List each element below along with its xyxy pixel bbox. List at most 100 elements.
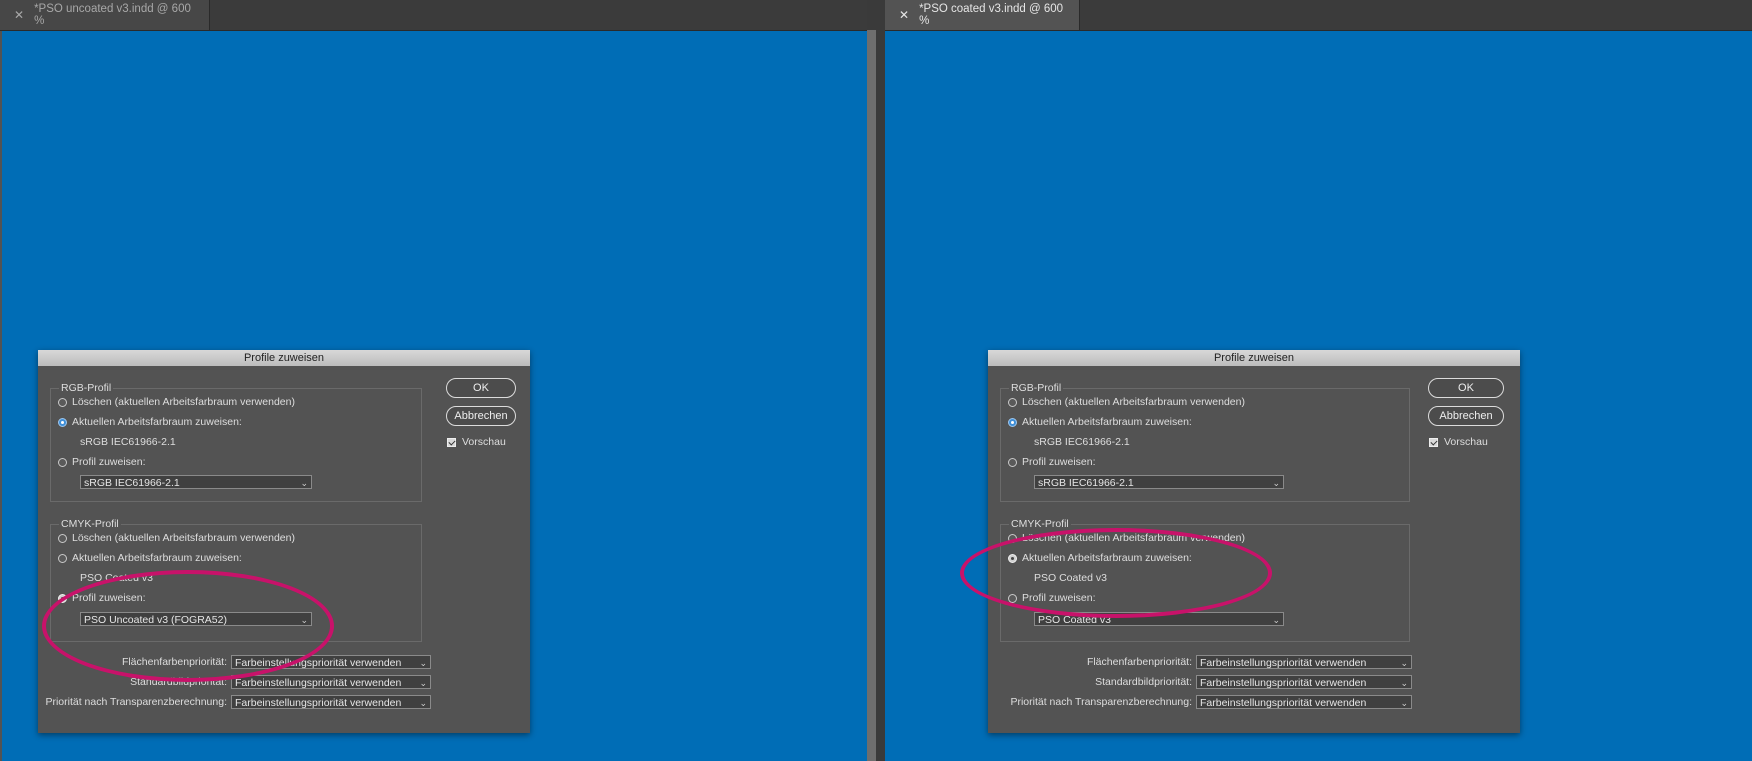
preview-toggle[interactable]: Vorschau: [447, 436, 506, 448]
after-blending-priority-value: Farbeinstellungspriorität verwenden: [235, 697, 402, 709]
radio-selected-icon[interactable]: [1008, 553, 1017, 563]
cmyk-current-value: PSO Coated v3: [1034, 572, 1107, 584]
radio-selected-icon[interactable]: [58, 417, 67, 427]
rgb-option-assign[interactable]: Profil zuweisen:: [58, 456, 146, 468]
spot-color-priority-value: Farbeinstellungspriorität verwenden: [235, 657, 402, 669]
cmyk-option-current[interactable]: Aktuellen Arbeitsfarbraum zuweisen:: [1008, 552, 1192, 564]
chevron-down-icon: ⌄: [419, 698, 427, 708]
document-pane-left: ✕ *PSO uncoated v3.indd @ 600 % Profile …: [0, 0, 867, 761]
cmyk-option-delete-label: Löschen (aktuellen Arbeitsfarbraum verwe…: [1022, 532, 1245, 544]
spot-color-priority-label: Flächenfarbenpriorität:: [1086, 656, 1192, 668]
radio-icon[interactable]: [58, 457, 67, 467]
rgb-option-delete[interactable]: Löschen (aktuellen Arbeitsfarbraum verwe…: [1008, 396, 1245, 408]
cancel-button[interactable]: Abbrechen: [1428, 406, 1504, 426]
tab-bar: ✕ *PSO coated v3.indd @ 600 %: [885, 0, 1752, 31]
after-blending-priority-value: Farbeinstellungspriorität verwenden: [1200, 697, 1367, 709]
spot-color-priority-value: Farbeinstellungspriorität verwenden: [1200, 657, 1367, 669]
document-pane-right: ✕ *PSO coated v3.indd @ 600 % Profile zu…: [885, 0, 1752, 761]
rgb-profile-select-value: sRGB IEC61966-2.1: [84, 477, 180, 489]
cmyk-profile-legend: CMYK-Profil: [1009, 518, 1071, 530]
chevron-down-icon: ⌄: [419, 678, 427, 688]
rgb-option-delete[interactable]: Löschen (aktuellen Arbeitsfarbraum verwe…: [58, 396, 295, 408]
rgb-option-delete-label: Löschen (aktuellen Arbeitsfarbraum verwe…: [72, 396, 295, 408]
close-icon[interactable]: ✕: [899, 8, 909, 22]
cmyk-option-delete-label: Löschen (aktuellen Arbeitsfarbraum verwe…: [72, 532, 295, 544]
dialog-title: Profile zuweisen: [38, 350, 530, 366]
preview-toggle[interactable]: Vorschau: [1429, 436, 1488, 448]
after-blending-priority-select[interactable]: Farbeinstellungspriorität verwenden ⌄: [231, 695, 431, 709]
cmyk-current-value: PSO Coated v3: [80, 572, 153, 584]
cmyk-profile-legend: CMYK-Profil: [59, 518, 121, 530]
after-blending-priority-select[interactable]: Farbeinstellungspriorität verwenden ⌄: [1196, 695, 1412, 709]
cancel-button[interactable]: Abbrechen: [446, 406, 516, 426]
rgb-current-value: sRGB IEC61966-2.1: [1034, 436, 1130, 448]
checkbox-checked-icon[interactable]: [1429, 437, 1438, 447]
dialog-title: Profile zuweisen: [988, 350, 1520, 366]
cmyk-option-current[interactable]: Aktuellen Arbeitsfarbraum zuweisen:: [58, 552, 242, 564]
cmyk-profile-select-value: PSO Uncoated v3 (FOGRA52): [84, 614, 227, 626]
radio-icon[interactable]: [1008, 397, 1017, 407]
radio-icon[interactable]: [1008, 457, 1017, 467]
default-image-priority-select[interactable]: Farbeinstellungspriorität verwenden ⌄: [1196, 675, 1412, 689]
rgb-current-value: sRGB IEC61966-2.1: [80, 436, 176, 448]
chevron-down-icon: ⌄: [419, 658, 427, 668]
rgb-profile-legend: RGB-Profil: [1009, 382, 1064, 394]
radio-icon[interactable]: [1008, 593, 1017, 603]
cmyk-option-delete[interactable]: Löschen (aktuellen Arbeitsfarbraum verwe…: [58, 532, 295, 544]
radio-selected-icon[interactable]: [58, 593, 67, 603]
rgb-option-assign[interactable]: Profil zuweisen:: [1008, 456, 1096, 468]
rgb-option-current-label: Aktuellen Arbeitsfarbraum zuweisen:: [1022, 416, 1192, 428]
default-image-priority-value: Farbeinstellungspriorität verwenden: [235, 677, 402, 689]
assign-profiles-dialog: Profile zuweisen RGB-Profil Löschen (akt…: [38, 350, 530, 733]
radio-icon[interactable]: [58, 397, 67, 407]
rgb-option-current[interactable]: Aktuellen Arbeitsfarbraum zuweisen:: [58, 416, 242, 428]
cmyk-option-current-label: Aktuellen Arbeitsfarbraum zuweisen:: [72, 552, 242, 564]
document-tab[interactable]: ✕ *PSO uncoated v3.indd @ 600 %: [0, 0, 210, 30]
checkbox-checked-icon[interactable]: [447, 437, 456, 447]
chevron-down-icon: ⌄: [1272, 615, 1280, 625]
default-image-priority-value: Farbeinstellungspriorität verwenden: [1200, 677, 1367, 689]
spot-color-priority-label: Flächenfarbenpriorität:: [121, 656, 227, 668]
rgb-profile-select[interactable]: sRGB IEC61966-2.1 ⌄: [1034, 475, 1284, 489]
radio-icon[interactable]: [58, 533, 67, 543]
rgb-profile-select[interactable]: sRGB IEC61966-2.1 ⌄: [80, 475, 312, 489]
close-icon[interactable]: ✕: [14, 8, 24, 22]
after-blending-priority-label: Priorität nach Transparenzberechnung:: [1010, 696, 1192, 708]
cmyk-option-current-label: Aktuellen Arbeitsfarbraum zuweisen:: [1022, 552, 1192, 564]
rgb-option-delete-label: Löschen (aktuellen Arbeitsfarbraum verwe…: [1022, 396, 1245, 408]
rgb-profile-legend: RGB-Profil: [59, 382, 114, 394]
cmyk-option-assign-label: Profil zuweisen:: [1022, 592, 1096, 604]
rgb-option-assign-label: Profil zuweisen:: [1022, 456, 1096, 468]
after-blending-priority-label: Priorität nach Transparenzberechnung:: [45, 696, 227, 708]
rgb-option-current[interactable]: Aktuellen Arbeitsfarbraum zuweisen:: [1008, 416, 1192, 428]
default-image-priority-select[interactable]: Farbeinstellungspriorität verwenden ⌄: [231, 675, 431, 689]
ok-button[interactable]: OK: [446, 378, 516, 398]
spot-color-priority-select[interactable]: Farbeinstellungspriorität verwenden ⌄: [1196, 655, 1412, 669]
cmyk-option-assign[interactable]: Profil zuweisen:: [1008, 592, 1096, 604]
chevron-down-icon: ⌄: [300, 615, 308, 625]
radio-icon[interactable]: [1008, 533, 1017, 543]
chevron-down-icon: ⌄: [1272, 478, 1280, 488]
ok-button[interactable]: OK: [1428, 378, 1504, 398]
radio-icon[interactable]: [58, 553, 67, 563]
cmyk-option-assign-label: Profil zuweisen:: [72, 592, 146, 604]
radio-selected-icon[interactable]: [1008, 417, 1017, 427]
cmyk-profile-select-value: PSO Coated v3: [1038, 614, 1111, 626]
preview-label: Vorschau: [462, 436, 506, 448]
scrollbar[interactable]: [867, 30, 876, 761]
cmyk-option-delete[interactable]: Löschen (aktuellen Arbeitsfarbraum verwe…: [1008, 532, 1245, 544]
default-image-priority-label: Standardbildpriorität:: [130, 676, 227, 688]
pane-divider: [867, 0, 885, 761]
cmyk-option-assign[interactable]: Profil zuweisen:: [58, 592, 146, 604]
document-tab[interactable]: ✕ *PSO coated v3.indd @ 600 %: [885, 0, 1080, 30]
assign-profiles-dialog: Profile zuweisen RGB-Profil Löschen (akt…: [960, 350, 1520, 733]
cmyk-profile-select[interactable]: PSO Coated v3 ⌄: [1034, 612, 1284, 626]
chevron-down-icon: ⌄: [1400, 658, 1408, 668]
rgb-option-current-label: Aktuellen Arbeitsfarbraum zuweisen:: [72, 416, 242, 428]
chevron-down-icon: ⌄: [1400, 698, 1408, 708]
spot-color-priority-select[interactable]: Farbeinstellungspriorität verwenden ⌄: [231, 655, 431, 669]
preview-label: Vorschau: [1444, 436, 1488, 448]
chevron-down-icon: ⌄: [300, 478, 308, 488]
cmyk-profile-select[interactable]: PSO Uncoated v3 (FOGRA52) ⌄: [80, 612, 312, 626]
rgb-profile-select-value: sRGB IEC61966-2.1: [1038, 477, 1134, 489]
